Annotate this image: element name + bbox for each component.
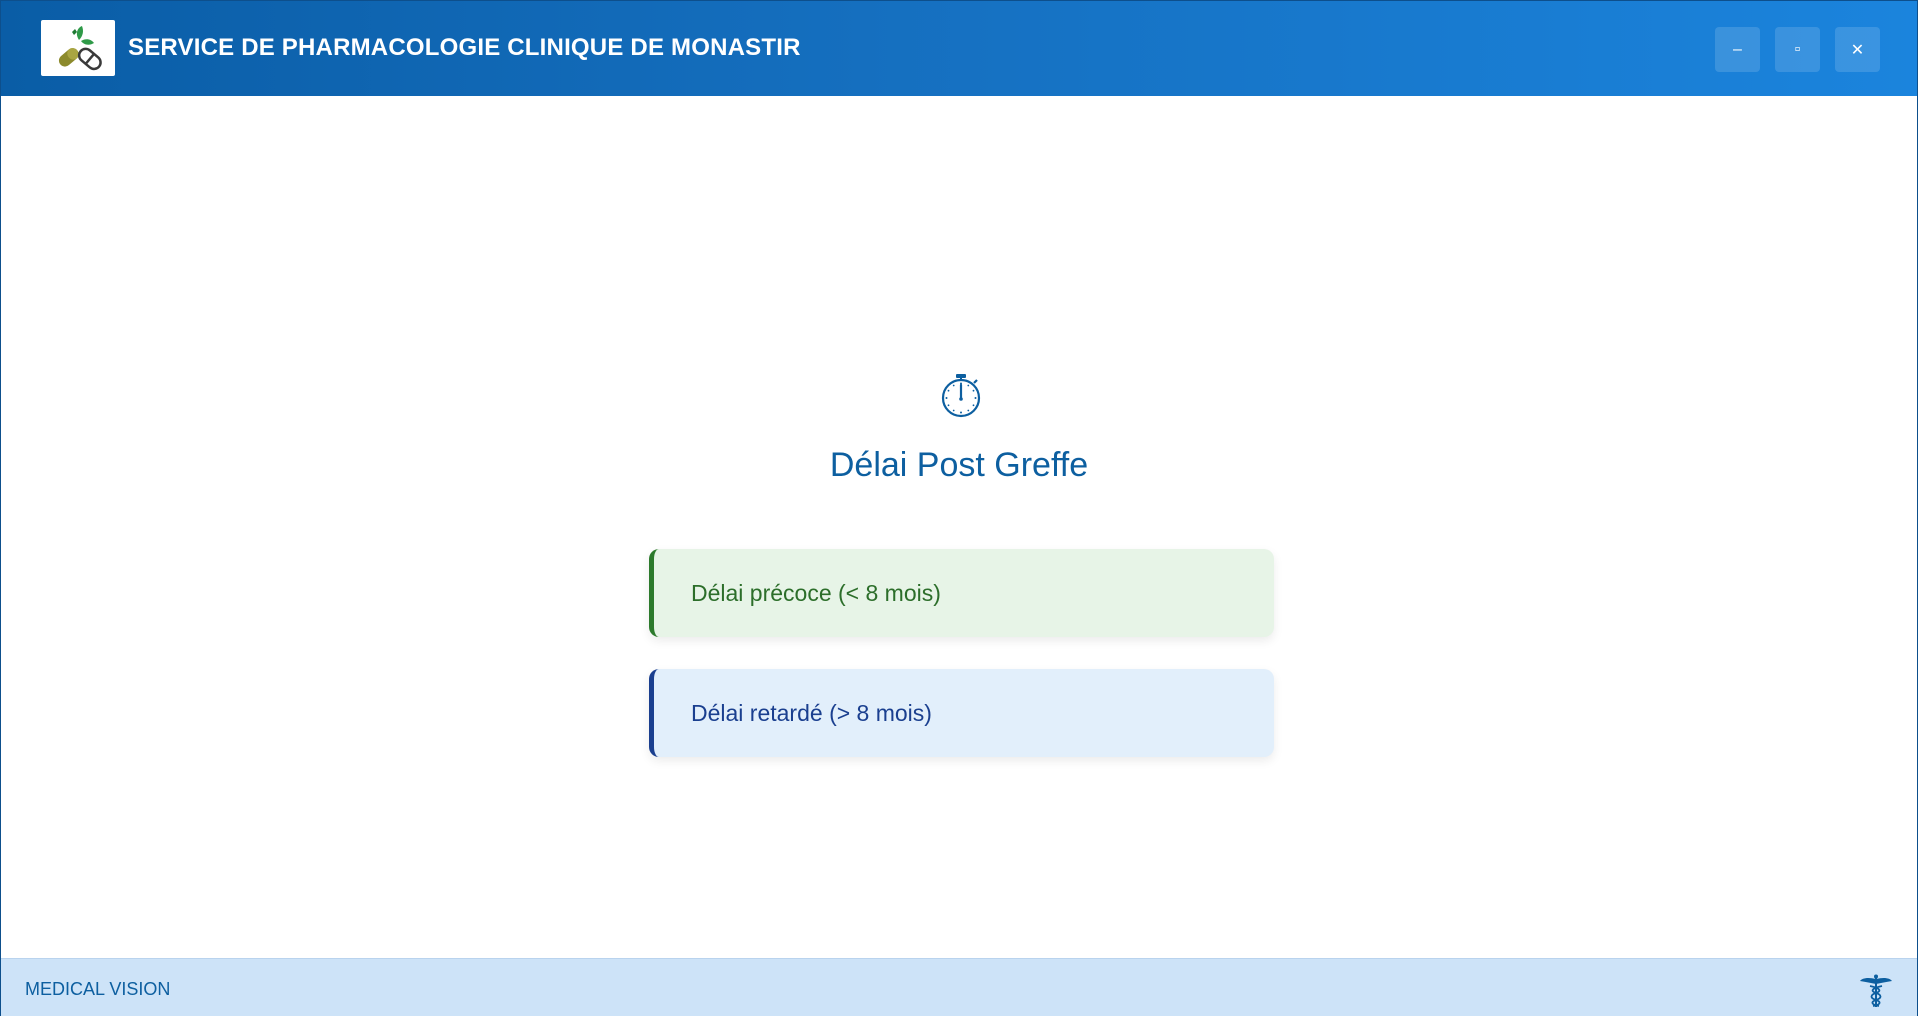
footer-brand: MEDICAL VISION xyxy=(25,979,171,999)
close-icon: ✕ xyxy=(1850,41,1865,59)
pills-leaf-logo-icon xyxy=(58,26,102,71)
option-label: Délai retardé (> 8 mois) xyxy=(691,699,932,726)
option-early-delay[interactable]: Délai précoce (< 8 mois) xyxy=(649,549,1274,637)
caduceus-icon xyxy=(1860,974,1892,1007)
app-window: SERVICE DE PHARMACOLOGIE CLINIQUE DE MON… xyxy=(0,0,1918,1016)
maximize-icon: ▫ xyxy=(1794,40,1801,58)
option-late-delay[interactable]: Délai retardé (> 8 mois) xyxy=(649,669,1274,757)
main-content: Délai Post Greffe Délai précoce (< 8 moi… xyxy=(1,96,1917,958)
app-logo xyxy=(41,20,115,76)
close-button[interactable]: ✕ xyxy=(1835,27,1880,72)
minimize-button[interactable]: – xyxy=(1715,27,1760,72)
maximize-button[interactable]: ▫ xyxy=(1775,27,1820,72)
minimize-icon: – xyxy=(1733,40,1742,58)
section-title: Délai Post Greffe xyxy=(829,446,1089,484)
app-title: SERVICE DE PHARMACOLOGIE CLINIQUE DE MON… xyxy=(128,34,801,61)
stopwatch-icon xyxy=(941,374,981,418)
option-label: Délai précoce (< 8 mois) xyxy=(691,579,941,606)
status-footer: MEDICAL VISION xyxy=(1,958,1917,1016)
title-bar: SERVICE DE PHARMACOLOGIE CLINIQUE DE MON… xyxy=(1,1,1917,96)
